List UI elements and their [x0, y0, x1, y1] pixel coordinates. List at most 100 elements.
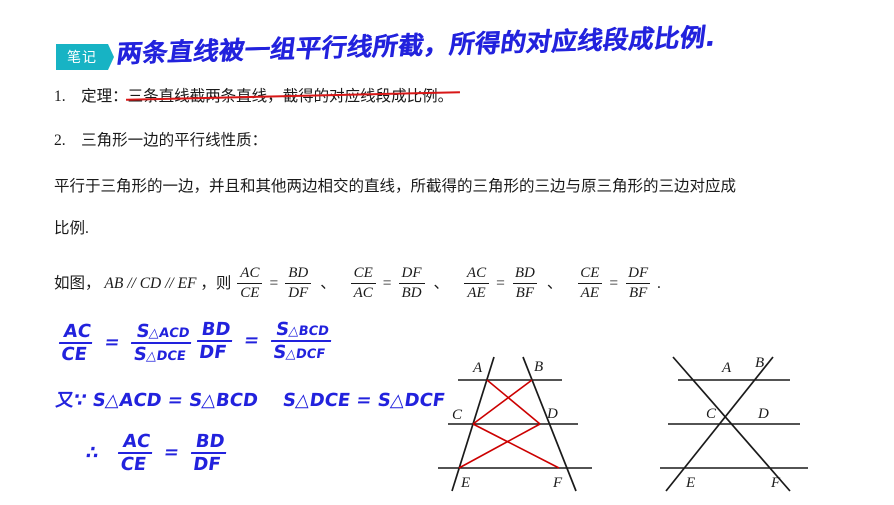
- fraction-left-1: CE AC: [350, 265, 376, 302]
- figure-2-canvas: A B C D E F: [660, 355, 808, 492]
- area-equality-2: S△DCE = S△DCF: [281, 390, 447, 411]
- fraction-denominator: BD: [398, 282, 425, 302]
- fraction-denominator: DF: [193, 340, 233, 363]
- period: .: [657, 274, 661, 292]
- fraction-denominator: AC: [350, 282, 376, 302]
- note-badge-label: 笔记: [67, 49, 97, 65]
- equals-sign: =: [103, 332, 122, 354]
- fraction-numerator: AC: [466, 265, 487, 281]
- fraction-numerator: AC: [121, 431, 152, 452]
- fraction-numerator: AC: [240, 265, 260, 281]
- fraction-denominator: DF: [187, 452, 227, 475]
- proportion-1: CE AC = DF BD: [349, 265, 427, 303]
- note-badge: 笔记: [56, 44, 114, 70]
- fraction-denominator: AE: [577, 282, 602, 302]
- figure-1-label-E: E: [460, 475, 470, 491]
- fraction-denominator: AE: [464, 282, 489, 302]
- area-subscript: △DCE: [145, 349, 187, 365]
- fraction-numerator: CE: [580, 265, 600, 281]
- fraction-numerator: S△BCD: [270, 319, 334, 340]
- fraction-denominator: S△DCF: [267, 340, 332, 363]
- fraction-left-2: AC AE: [464, 265, 489, 302]
- fraction-numerator: DF: [628, 265, 649, 281]
- fraction-numerator: BD: [194, 431, 226, 452]
- fraction-denominator: DF: [285, 282, 312, 302]
- fraction-right-3: DF BF: [625, 265, 651, 302]
- hand-fraction-right-1: S△ACD S△DCE: [128, 321, 195, 365]
- hand-fraction-right-4: BD DF: [187, 431, 230, 475]
- hand-fraction-right-2: S△BCD S△DCF: [267, 319, 334, 363]
- fraction-denominator: BF: [512, 282, 537, 302]
- fraction-denominator: BF: [625, 282, 651, 302]
- area-equality-1: S△ACD = S△BCD: [91, 390, 260, 411]
- conclusion-prefix: 如图，: [54, 274, 101, 292]
- fraction-denominator: CE: [115, 452, 152, 475]
- fraction-numerator: CE: [353, 265, 373, 281]
- conclusion-line: 如图， AB // CD // EF ，则 AC CE = BD DF 、 CE…: [54, 265, 661, 303]
- hand-fraction-left-1: AC CE: [55, 321, 96, 365]
- figure-2-label-B: B: [755, 355, 764, 371]
- equals-sign: =: [609, 275, 619, 293]
- equals-sign: =: [162, 442, 181, 464]
- fraction-right-1: DF BD: [398, 265, 425, 302]
- figure-1-label-F: F: [552, 475, 563, 491]
- area-subscript: △ACD: [148, 326, 191, 341]
- figure-2-label-F: F: [770, 475, 781, 491]
- proportion-3: CE AE = DF BF: [575, 265, 653, 303]
- handwritten-equation-1: AC CE = S△ACD S△DCE: [55, 321, 195, 365]
- fraction-denominator: CE: [55, 342, 93, 365]
- therefore-symbol: ∴: [84, 442, 101, 464]
- handwritten-headline: 两条直线被一组平行线所截，所得的对应线段成比例.: [114, 22, 718, 69]
- equals-sign: =: [382, 275, 392, 293]
- aux-segment-3: [472, 423, 560, 469]
- separator-0: 、: [320, 274, 336, 292]
- figure-parallel-lines-crossed: A B C D E F: [660, 345, 880, 505]
- area-subscript: △BCD: [287, 324, 330, 339]
- fraction-numerator: DF: [401, 265, 422, 281]
- figure-2-label-D: D: [757, 406, 769, 422]
- separator-1: 、: [433, 274, 450, 292]
- fraction-denominator: S△DCE: [128, 342, 192, 365]
- figure-2-label-A: A: [721, 360, 732, 376]
- conclusion-then: ，则: [200, 274, 232, 292]
- struck-theorem-text: 三条直线截两条直线，截得的对应线段成比例。: [125, 84, 460, 106]
- paragraph-line-2: 比例.: [54, 220, 89, 237]
- theorem-label: 1. 定理：: [54, 88, 128, 105]
- figure-1-label-D: D: [546, 406, 558, 422]
- fraction-right-2: BD BF: [512, 265, 538, 302]
- figure-1-label-A: A: [472, 360, 483, 376]
- proportion-2: AC AE = BD BF: [462, 265, 540, 303]
- figure-2-label-E: E: [685, 475, 695, 491]
- fraction-numerator: BD: [288, 265, 309, 281]
- fraction-left-3: CE AE: [577, 265, 602, 302]
- handwritten-equation-2: BD DF = S△BCD S△DCF: [193, 319, 334, 363]
- fraction-denominator: CE: [237, 282, 263, 302]
- paragraph-line-1: 平行于三角形的一边，并且和其他两边相交的直线，所截得的三角形的三边与原三角形的三…: [54, 178, 737, 195]
- hand-fraction-left-2: BD DF: [193, 319, 236, 363]
- fraction-left-0: AC CE: [237, 265, 263, 302]
- fraction-right-0: BD DF: [285, 265, 312, 302]
- equals-sign: =: [269, 275, 279, 293]
- figure-parallel-lines-trapezoid: A B C D E F: [430, 345, 650, 505]
- fraction-numerator: AC: [62, 321, 93, 342]
- equals-sign: =: [496, 275, 505, 293]
- proportion-0: AC CE = BD DF: [235, 265, 313, 303]
- aux-segment-2: [472, 379, 533, 425]
- theorem-line-1: 1. 定理：三条直线截两条直线，截得的对应线段成比例。: [54, 84, 460, 106]
- parallel-statement: AB // CD // EF: [104, 274, 197, 292]
- handwritten-equation-3: 又∵ S△ACD = S△BCD S△DCE = S△DCF: [54, 386, 447, 412]
- aux-segment-1: [486, 379, 541, 425]
- hand-fraction-left-4: AC CE: [114, 431, 155, 475]
- fraction-numerator: BD: [200, 319, 232, 340]
- equals-sign: =: [242, 330, 261, 352]
- area-subscript: △DCF: [284, 347, 327, 363]
- theorem-line-2: 2. 三角形一边的平行线性质：: [54, 132, 268, 149]
- figure-1-label-B: B: [534, 359, 543, 375]
- figure-1-label-C: C: [452, 407, 463, 423]
- figure-1-canvas: A B C D E F: [438, 356, 592, 492]
- handwritten-equation-4: ∴ AC CE = BD DF: [83, 431, 230, 475]
- fraction-numerator: BD: [514, 265, 535, 281]
- separator-2: 、: [546, 274, 563, 292]
- fraction-numerator: S△ACD: [131, 321, 195, 342]
- because-symbol: 又∵: [54, 390, 88, 411]
